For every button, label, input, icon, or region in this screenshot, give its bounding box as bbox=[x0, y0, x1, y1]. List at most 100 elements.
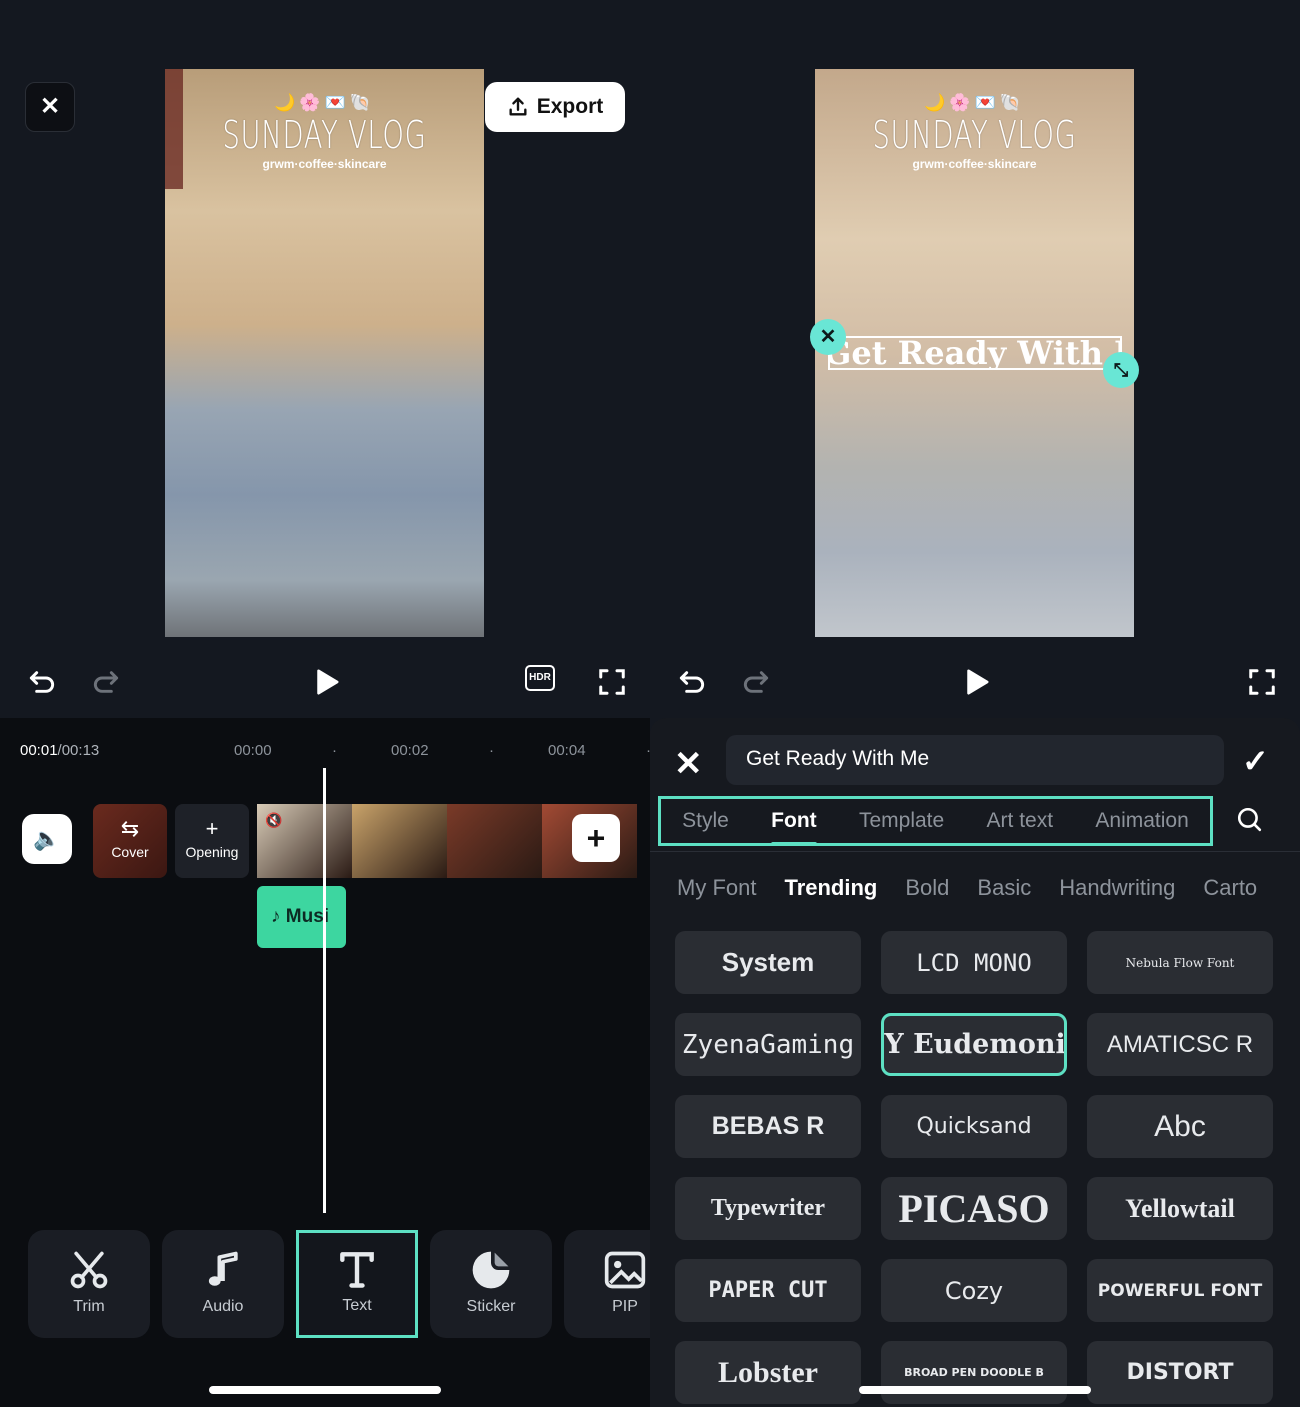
total-time: /00:13 bbox=[57, 742, 100, 759]
category-basic[interactable]: Basic bbox=[977, 875, 1031, 901]
font-option-abc[interactable]: Abc bbox=[1087, 1095, 1273, 1158]
font-option-lcd-mono[interactable]: LCD MONO bbox=[881, 931, 1067, 994]
tab-style[interactable]: Style bbox=[682, 809, 729, 833]
category-bold[interactable]: Bold bbox=[905, 875, 949, 901]
text-overlay-delete-button[interactable]: ✕ bbox=[810, 319, 846, 355]
left-editor-panel: ✕ 🌙🌸💌🐚 SUNDAY VLOG grwm·coffee·skincare … bbox=[0, 0, 650, 1407]
category-trending[interactable]: Trending bbox=[784, 875, 877, 901]
video-preview[interactable]: 🌙🌸💌🐚 SUNDAY VLOG grwm·coffee·skincare Ge… bbox=[815, 69, 1134, 637]
music-note-icon bbox=[208, 1251, 238, 1286]
pip-tool-button[interactable]: PIP bbox=[564, 1230, 650, 1338]
cover-button[interactable]: ⇆ Cover bbox=[93, 804, 167, 878]
fullscreen-icon[interactable] bbox=[1247, 662, 1277, 702]
font-option-zyenagaming[interactable]: ZyenaGaming bbox=[675, 1013, 861, 1076]
plus-icon: + bbox=[205, 816, 219, 841]
text-content-input[interactable]: Get Ready With Me bbox=[726, 735, 1224, 785]
fullscreen-icon[interactable] bbox=[597, 662, 627, 702]
font-option-typewriter[interactable]: Typewriter bbox=[675, 1177, 861, 1240]
close-icon: ✕ bbox=[819, 326, 837, 348]
font-option-paper-cut[interactable]: PAPER CUT bbox=[675, 1259, 861, 1322]
close-text-editor-button[interactable]: ✕ bbox=[674, 744, 703, 784]
category-my-font[interactable]: My Font bbox=[677, 875, 756, 901]
timeline-area: 00:01/00:13 00:00 · 00:02 · 00:04 · 🔈 ⇆ … bbox=[0, 718, 650, 1407]
text-overlay-box[interactable]: Get Ready With Me bbox=[828, 336, 1122, 370]
sticker-icon bbox=[472, 1251, 510, 1289]
opening-button[interactable]: + Opening bbox=[175, 804, 249, 878]
add-clip-button[interactable]: + bbox=[572, 814, 620, 862]
text-icon bbox=[340, 1252, 374, 1288]
clip-thumbnail bbox=[352, 804, 447, 878]
video-subtitle-text: grwm·coffee·skincare bbox=[912, 157, 1037, 171]
tab-font[interactable]: Font bbox=[771, 809, 818, 846]
clip-muted-icon: 🔇 bbox=[265, 812, 283, 828]
upload-icon bbox=[509, 97, 527, 116]
close-icon: ✕ bbox=[674, 745, 703, 783]
play-icon[interactable] bbox=[311, 662, 341, 702]
font-option-lobster[interactable]: Lobster bbox=[675, 1341, 861, 1404]
video-shade bbox=[165, 69, 183, 189]
undo-icon[interactable] bbox=[676, 662, 708, 702]
audio-tool-button[interactable]: Audio bbox=[162, 1230, 284, 1338]
undo-icon[interactable] bbox=[26, 662, 58, 702]
trim-tool-button[interactable]: Trim bbox=[28, 1230, 150, 1338]
mute-clip-audio-button[interactable]: 🔈 bbox=[22, 814, 72, 864]
video-emoji-row: 🌙🌸💌🐚 bbox=[274, 93, 375, 112]
font-option-broad-pen-doodle-b[interactable]: BROAD PEN DOODLE B bbox=[881, 1341, 1067, 1404]
text-editor-sheet: ✕ Get Ready With Me ✓ Style Font Templat… bbox=[650, 718, 1300, 1407]
time-tick-dot: · bbox=[332, 742, 337, 759]
font-option-system[interactable]: System bbox=[675, 931, 861, 994]
redo-icon[interactable] bbox=[740, 662, 772, 702]
tool-label: Audio bbox=[202, 1298, 244, 1315]
font-option-distort[interactable]: DISTORT bbox=[1087, 1341, 1273, 1404]
font-option-cozy[interactable]: Cozy bbox=[881, 1259, 1067, 1322]
tab-animation[interactable]: Animation bbox=[1095, 809, 1188, 833]
swap-icon: ⇆ bbox=[120, 816, 140, 841]
font-option-zy-eudemonia[interactable]: ZY Eudemonia bbox=[881, 1013, 1067, 1076]
redo-icon[interactable] bbox=[90, 662, 122, 702]
text-editor-tabs: Style Font Template Art text Animation bbox=[658, 796, 1213, 846]
close-icon: ✕ bbox=[39, 93, 61, 120]
font-option-powerful-font[interactable]: POWERFUL FONT bbox=[1087, 1259, 1273, 1322]
tool-label: Trim bbox=[73, 1298, 105, 1315]
tool-label: Sticker bbox=[466, 1298, 516, 1315]
font-option-picaso[interactable]: PICASO bbox=[881, 1177, 1067, 1240]
font-option-yellowtail[interactable]: Yellowtail bbox=[1087, 1177, 1273, 1240]
music-track-clip[interactable]: ♪ Musi bbox=[257, 886, 346, 948]
music-note-icon: ♪ bbox=[271, 906, 281, 927]
font-option-nebula-flow-font[interactable]: Nebula Flow Font bbox=[1087, 931, 1273, 994]
current-time: 00:01 bbox=[20, 742, 58, 759]
export-button[interactable]: Export bbox=[485, 82, 625, 132]
play-icon[interactable] bbox=[961, 662, 991, 702]
resize-arrows-icon: ⤡ bbox=[1113, 360, 1129, 380]
time-tick: 00:02 bbox=[391, 742, 429, 759]
category-handwriting[interactable]: Handwriting bbox=[1059, 875, 1175, 901]
font-option-quicksand[interactable]: Quicksand bbox=[881, 1095, 1067, 1158]
tool-label: PIP bbox=[612, 1298, 638, 1315]
video-title-text: SUNDAY VLOG bbox=[872, 113, 1077, 157]
pip-icon bbox=[604, 1251, 646, 1289]
text-overlay-resize-handle[interactable]: ⤡ bbox=[1103, 352, 1139, 388]
font-option-amaticsc-r[interactable]: AMATICSC R bbox=[1087, 1013, 1273, 1076]
search-icon[interactable] bbox=[1236, 806, 1262, 832]
text-tool-button[interactable]: Text bbox=[296, 1230, 418, 1338]
playhead[interactable] bbox=[323, 768, 326, 1213]
font-option-bebas-r[interactable]: BEBAS R bbox=[675, 1095, 861, 1158]
bottom-toolbar: Trim Audio Text Sticker PIP bbox=[28, 1230, 650, 1338]
time-tick-dot: · bbox=[489, 742, 494, 759]
home-indicator bbox=[209, 1386, 441, 1394]
opening-label: Opening bbox=[185, 844, 239, 860]
tab-art-text[interactable]: Art text bbox=[987, 809, 1054, 833]
sticker-tool-button[interactable]: Sticker bbox=[430, 1230, 552, 1338]
video-preview[interactable]: 🌙🌸💌🐚 SUNDAY VLOG grwm·coffee·skincare bbox=[165, 69, 484, 637]
scissors-icon bbox=[70, 1251, 108, 1289]
time-tick: 00:04 bbox=[548, 742, 586, 759]
speaker-mute-icon: 🔈 bbox=[33, 826, 61, 851]
confirm-text-button[interactable]: ✓ bbox=[1242, 742, 1269, 780]
category-cartoon[interactable]: Carto bbox=[1203, 875, 1257, 901]
tab-template[interactable]: Template bbox=[859, 809, 944, 833]
time-readout: 00:01/00:13 bbox=[20, 742, 99, 759]
close-editor-button[interactable]: ✕ bbox=[25, 82, 75, 132]
checkmark-icon: ✓ bbox=[1242, 743, 1269, 779]
video-subtitle-text: grwm·coffee·skincare bbox=[262, 157, 387, 171]
hdr-icon[interactable]: HDR bbox=[525, 665, 555, 691]
